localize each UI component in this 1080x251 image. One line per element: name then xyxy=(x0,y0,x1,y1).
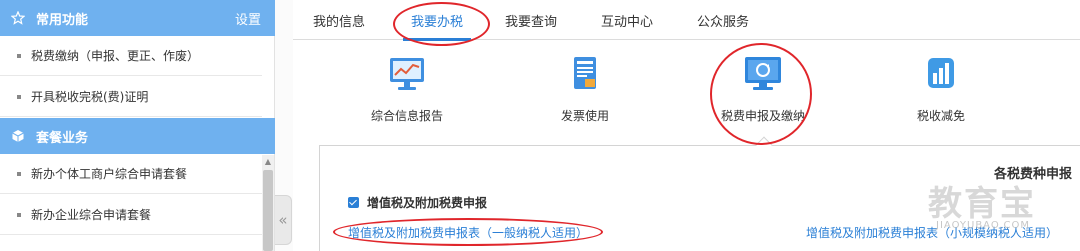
group-label: 增值税及附加税费申报 xyxy=(367,196,488,210)
sidebar-item-tax-certificate[interactable]: 开具税收完税(费)证明 xyxy=(0,77,262,117)
annotation-circle-link xyxy=(333,218,603,246)
vat-declaration-group[interactable]: 增值税及附加税费申报 xyxy=(348,194,487,211)
package-business-header[interactable]: 套餐业务 xyxy=(0,118,275,154)
sidebar-item-label: 开具税收完税(费)证明 xyxy=(31,90,149,104)
annotation-circle-declare xyxy=(710,43,812,145)
bar-chart-icon xyxy=(921,55,961,97)
func-comprehensive-report[interactable]: 综合信息报告 xyxy=(347,55,467,124)
sidebar-item-label: 新办企业综合申请套餐 xyxy=(31,208,152,222)
sidebar-item-enterprise-package[interactable]: 新办企业综合申请套餐 xyxy=(0,195,262,235)
func-tax-relief[interactable]: 税收减免 xyxy=(881,55,1001,124)
tab-query[interactable]: 我要查询 xyxy=(493,0,569,40)
tab-label: 互动中心 xyxy=(600,14,653,30)
tab-interaction-center[interactable]: 互动中心 xyxy=(589,0,665,40)
func-label: 税收减免 xyxy=(916,109,965,123)
tab-label: 我要查询 xyxy=(504,14,557,30)
monitor-chart-icon xyxy=(387,55,427,97)
tab-label: 公众服务 xyxy=(696,14,749,30)
watermark-text: 教育宝 xyxy=(928,184,1036,224)
func-invoice-use[interactable]: 发票使用 xyxy=(525,55,645,124)
star-outline-icon xyxy=(0,11,36,25)
tax-portal-screen: 常用功能 设置 税费缴纳（申报、更正、作废） 开具税收完税(费)证明 套餐业务 … xyxy=(0,0,1080,251)
scroll-up-icon[interactable]: ▲ xyxy=(262,155,274,167)
sidebar-item-label: 税费缴纳（申报、更正、作废） xyxy=(31,49,200,63)
watermark-logo: 教育宝 JIAOYUBAO.COM xyxy=(928,176,1068,246)
sidebar-scroll-thumb[interactable] xyxy=(263,170,273,251)
bullet-icon xyxy=(17,53,21,58)
func-label: 综合信息报告 xyxy=(370,109,443,123)
bullet-icon xyxy=(17,94,21,99)
cube-icon xyxy=(0,129,36,143)
double-chevron-left-icon: « xyxy=(278,211,288,229)
func-label: 发票使用 xyxy=(560,109,609,123)
watermark-subtext: JIAOYUBAO.COM xyxy=(936,220,1030,231)
invoice-document-icon xyxy=(565,55,605,97)
checked-checkbox-icon[interactable] xyxy=(348,197,359,208)
tab-my-info[interactable]: 我的信息 xyxy=(303,0,375,40)
common-functions-title: 常用功能 xyxy=(36,12,89,28)
settings-link[interactable]: 设置 xyxy=(235,9,261,28)
sidebar-item-tax-payment[interactable]: 税费缴纳（申报、更正、作废） xyxy=(0,36,262,76)
bullet-icon xyxy=(17,171,21,176)
common-functions-header[interactable]: 常用功能 设置 xyxy=(0,0,275,36)
tab-label: 我的信息 xyxy=(312,14,365,30)
collapse-sidebar-button[interactable]: « xyxy=(275,195,292,245)
sidebar-item-label: 新办个体工商户综合申请套餐 xyxy=(31,167,188,181)
sidebar-item-individual-package[interactable]: 新办个体工商户综合申请套餐 xyxy=(0,154,262,194)
annotation-circle-tab xyxy=(393,2,490,46)
bullet-icon xyxy=(17,212,21,217)
sidebar: 常用功能 设置 税费缴纳（申报、更正、作废） 开具税收完税(费)证明 套餐业务 … xyxy=(0,0,275,251)
tab-public-service[interactable]: 公众服务 xyxy=(685,0,761,40)
package-business-title: 套餐业务 xyxy=(36,130,89,146)
